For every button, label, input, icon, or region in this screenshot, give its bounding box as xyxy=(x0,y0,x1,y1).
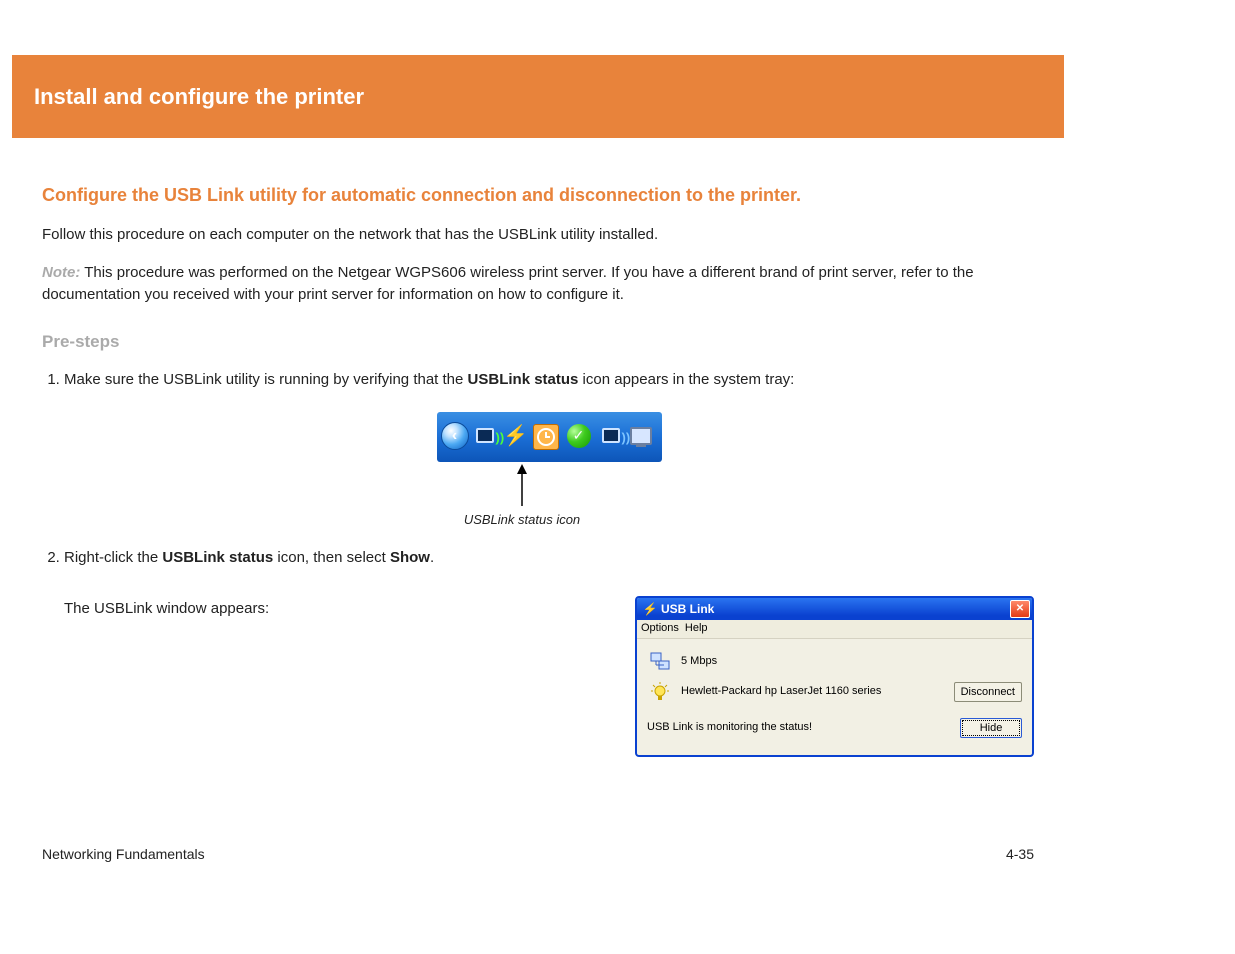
usb-link-window: ⚡ USB Link ✕ Options Help xyxy=(635,596,1034,757)
network-green-icon[interactable]: )) xyxy=(473,424,497,448)
hide-button[interactable]: Hide xyxy=(960,718,1022,738)
disconnect-button[interactable]: Disconnect xyxy=(954,682,1022,702)
device-label: Hewlett-Packard hp LaserJet 1160 series xyxy=(681,683,881,700)
menu-options[interactable]: Options xyxy=(641,620,679,637)
note-body: This procedure was performed on the Netg… xyxy=(42,264,974,304)
monitor-icon[interactable] xyxy=(629,424,653,448)
banner-title: Install and configure the printer xyxy=(34,84,364,110)
step-2: Right-click the USBLink status icon, the… xyxy=(64,547,1034,757)
window-titlebar: ⚡ USB Link ✕ xyxy=(637,598,1032,620)
lightbulb-icon xyxy=(647,680,673,704)
title-bolt-icon: ⚡ xyxy=(643,602,657,616)
intro-paragraph: Follow this procedure on each computer o… xyxy=(42,224,1034,247)
intro-note: Note: This procedure was performed on th… xyxy=(42,262,1034,307)
note-label: Note: xyxy=(42,264,80,281)
close-button[interactable]: ✕ xyxy=(1010,600,1030,618)
check-icon[interactable]: ✓ xyxy=(567,424,591,448)
section-heading: Configure the USB Link utility for autom… xyxy=(42,182,1034,209)
window-title: USB Link xyxy=(661,600,714,618)
usblink-bolt-icon[interactable]: ⚡ xyxy=(504,424,528,448)
step-1: Make sure the USBLink utility is running… xyxy=(64,369,1034,529)
arrow-up-icon xyxy=(515,464,529,506)
tray-expand-icon[interactable]: ‹ xyxy=(441,422,469,450)
banner: Install and configure the printer xyxy=(12,55,1064,138)
window-note: The USBLink window appears: xyxy=(64,596,635,621)
network-speed-icon xyxy=(647,650,673,674)
arrow-indicator xyxy=(10,464,1034,506)
status-text: USB Link is monitoring the status! xyxy=(647,719,812,736)
speed-label: 5 Mbps xyxy=(681,653,717,670)
menu-bar: Options Help xyxy=(637,620,1032,639)
tray-caption: USBLink status icon xyxy=(10,510,1034,530)
presteps-heading: Pre-steps xyxy=(42,329,1034,355)
page-footer: Networking Fundamentals 4-35 xyxy=(12,832,1064,876)
clock-icon[interactable] xyxy=(533,424,559,450)
system-tray: ‹ )) ⚡ ✓ )) xyxy=(437,412,662,462)
footer-right: 4-35 xyxy=(1006,846,1034,862)
footer-left: Networking Fundamentals xyxy=(42,846,205,862)
network-blue-icon[interactable]: )) xyxy=(599,424,623,448)
menu-help[interactable]: Help xyxy=(685,620,708,637)
